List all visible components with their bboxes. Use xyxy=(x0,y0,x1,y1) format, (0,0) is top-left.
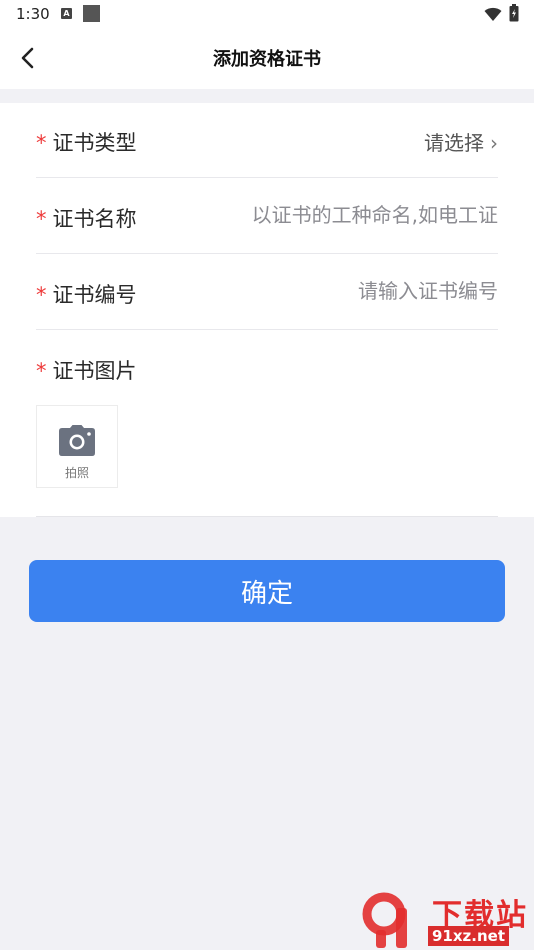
camera-icon xyxy=(59,425,95,456)
cert-number-label: * 证书编号 xyxy=(36,283,137,307)
required-mark: * xyxy=(36,283,47,307)
cert-number-row: * 证书编号 xyxy=(36,255,498,330)
cert-image-row: * 证书图片 xyxy=(36,331,498,406)
cert-number-input[interactable] xyxy=(198,279,498,303)
status-time: 1:30 xyxy=(16,5,50,23)
take-photo-label: 拍照 xyxy=(64,466,89,480)
notification-square-icon xyxy=(83,5,100,22)
wifi-icon xyxy=(484,7,502,21)
nav-bar: 添加资格证书 xyxy=(0,28,534,89)
cert-name-input[interactable] xyxy=(198,203,498,227)
page-title: 添加资格证书 xyxy=(213,49,321,70)
divider xyxy=(36,516,498,517)
cert-image-label: * 证书图片 xyxy=(36,359,137,383)
cert-name-row: * 证书名称 xyxy=(36,179,498,254)
required-mark: * xyxy=(36,207,47,231)
required-mark: * xyxy=(36,359,47,383)
battery-icon xyxy=(509,4,519,22)
cert-type-label: * 证书类型 xyxy=(36,131,137,155)
cert-type-row[interactable]: * 证书类型 请选择 › xyxy=(36,103,498,178)
chevron-right-icon: › xyxy=(490,131,498,155)
required-mark: * xyxy=(36,131,47,155)
cert-type-select[interactable]: 请选择 › xyxy=(424,127,498,156)
watermark-url: 91xz.net xyxy=(428,926,510,946)
watermark: 下载站 91xz.net xyxy=(362,890,534,950)
watermark-logo-icon xyxy=(362,892,407,948)
cert-name-label: * 证书名称 xyxy=(36,207,137,231)
notification-icon: A xyxy=(61,8,72,19)
status-bar: 1:30 A xyxy=(0,0,534,28)
take-photo-button[interactable]: 拍照 xyxy=(36,405,118,488)
confirm-button[interactable]: 确定 xyxy=(29,560,505,622)
